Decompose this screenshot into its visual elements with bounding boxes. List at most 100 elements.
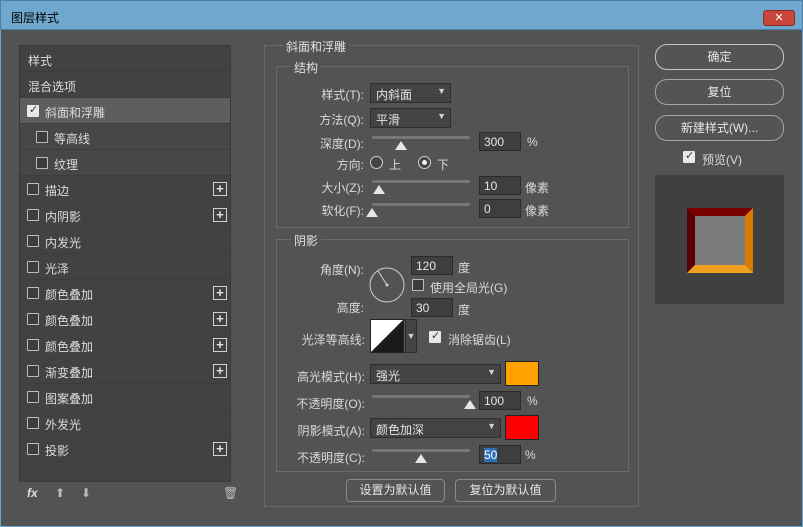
style-item-label: 光泽 — [45, 262, 70, 276]
style-list-item[interactable]: 内阴影 + — [20, 202, 230, 228]
shadow-color-swatch[interactable] — [505, 415, 539, 440]
preview-checkbox[interactable] — [683, 149, 695, 163]
style-list-item[interactable]: 描边 + — [20, 176, 230, 202]
size-field[interactable]: 10 — [479, 176, 521, 195]
size-slider-thumb[interactable] — [372, 185, 385, 194]
direction-up-radio[interactable] — [370, 156, 383, 169]
style-list-item[interactable]: 颜色叠加 + — [20, 280, 230, 306]
shadow-opacity-slider-track[interactable] — [372, 449, 470, 452]
blend-options-item[interactable]: 混合选项 — [20, 72, 230, 98]
depth-slider-track[interactable] — [372, 136, 470, 139]
soften-slider-thumb[interactable] — [366, 208, 378, 217]
highlight-color-swatch[interactable] — [505, 361, 539, 386]
direction-down-radio[interactable] — [418, 156, 431, 169]
style-checkbox[interactable] — [36, 131, 48, 143]
gloss-contour-icon[interactable] — [370, 319, 404, 353]
depth-unit: % — [527, 135, 538, 149]
style-checkbox[interactable] — [27, 365, 39, 377]
depth-field[interactable]: 300 — [479, 132, 521, 151]
style-checkbox[interactable] — [27, 103, 39, 117]
reset-default-button[interactable]: 复位为默认值 — [455, 479, 556, 502]
bevel-style-dropdown[interactable]: 内斜面 ▼ — [370, 83, 451, 103]
style-list-item[interactable]: 图案叠加 — [20, 384, 230, 410]
chevron-down-icon: ▼ — [487, 421, 496, 431]
highlight-opacity-field[interactable]: 100 — [479, 391, 521, 410]
add-effect-icon[interactable]: + — [213, 338, 227, 352]
soften-field[interactable]: 0 — [479, 199, 521, 218]
style-checkbox[interactable] — [27, 183, 39, 195]
style-list-item[interactable]: 内发光 — [20, 228, 230, 254]
style-checkbox[interactable] — [27, 287, 39, 299]
style-item-label: 描边 — [45, 184, 70, 198]
close-icon: ✕ — [774, 12, 784, 24]
arrow-up-icon[interactable]: ⬆ — [55, 486, 65, 500]
style-checkbox[interactable] — [27, 391, 39, 403]
style-checkbox[interactable] — [36, 157, 48, 169]
highlight-opacity-slider-thumb[interactable] — [464, 400, 476, 409]
shadow-mode-label: 阴影模式(A): — [297, 424, 365, 438]
window-title: 图层样式 — [11, 11, 60, 25]
style-checkbox[interactable] — [27, 235, 39, 247]
highlight-opacity-slider-track[interactable] — [372, 395, 470, 398]
technique-dropdown[interactable]: 平滑 ▼ — [370, 108, 451, 128]
style-list-item[interactable]: 斜面和浮雕 — [20, 98, 230, 124]
add-effect-icon[interactable]: + — [213, 364, 227, 378]
style-item-label: 内阴影 — [45, 210, 82, 224]
style-item-label: 内发光 — [45, 236, 82, 250]
style-list-item[interactable]: 外发光 — [20, 410, 230, 436]
antialias-checkbox[interactable] — [429, 329, 441, 343]
arrow-down-icon[interactable]: ⬇ — [81, 486, 91, 500]
altitude-field[interactable]: 30 — [411, 298, 453, 317]
new-style-button[interactable]: 新建样式(W)... — [655, 115, 784, 141]
style-checkbox[interactable] — [27, 209, 39, 221]
shading-title: 阴影 — [291, 232, 322, 249]
reset-button[interactable]: 复位 — [655, 79, 784, 105]
add-effect-icon[interactable]: + — [213, 442, 227, 456]
style-list-header[interactable]: 样式 — [20, 46, 230, 72]
global-light-checkbox[interactable] — [412, 279, 424, 291]
shadow-opacity-field[interactable]: 50 — [479, 445, 521, 464]
add-effect-icon[interactable]: + — [213, 182, 227, 196]
style-checkbox[interactable] — [27, 313, 39, 325]
style-item-label: 颜色叠加 — [45, 288, 94, 302]
technique-label: 方法(Q): — [319, 113, 364, 127]
size-slider-track[interactable] — [372, 180, 470, 183]
trash-icon[interactable]: 🗑 — [223, 486, 238, 500]
structure-title: 结构 — [291, 59, 322, 76]
style-list-item[interactable]: 颜色叠加 + — [20, 306, 230, 332]
style-list-item[interactable]: 渐变叠加 + — [20, 358, 230, 384]
depth-label: 深度(D): — [320, 137, 364, 151]
direction-label: 方向: — [336, 158, 364, 172]
style-list-item[interactable]: 颜色叠加 + — [20, 332, 230, 358]
angle-field[interactable]: 120 — [411, 256, 453, 275]
add-effect-icon[interactable]: + — [213, 286, 227, 300]
direction-down-label: 下 — [437, 158, 450, 172]
close-button[interactable]: ✕ — [763, 10, 795, 26]
fx-icon[interactable]: fx — [27, 486, 38, 500]
style-list-item[interactable]: 等高线 — [20, 124, 230, 150]
soften-label: 软化(F): — [321, 204, 364, 218]
style-checkbox[interactable] — [27, 261, 39, 273]
angle-dial-icon[interactable] — [368, 266, 406, 304]
style-checkbox[interactable] — [27, 443, 39, 455]
chevron-down-icon: ▼ — [437, 86, 446, 96]
add-effect-icon[interactable]: + — [213, 208, 227, 222]
soften-slider-track[interactable] — [372, 203, 470, 206]
shadow-mode-dropdown[interactable]: 颜色加深 ▼ — [370, 418, 501, 438]
ok-button[interactable]: 确定 — [655, 44, 784, 70]
shadow-opacity-slider-thumb[interactable] — [415, 454, 427, 463]
style-item-label: 颜色叠加 — [45, 340, 94, 354]
gloss-contour-dropdown[interactable]: ▼ — [405, 319, 417, 353]
add-effect-icon[interactable]: + — [213, 312, 227, 326]
altitude-unit: 度 — [458, 303, 471, 317]
style-checkbox[interactable] — [27, 339, 39, 351]
preview-thumbnail — [687, 208, 753, 273]
depth-slider-thumb[interactable] — [395, 141, 408, 150]
style-list-item[interactable]: 投影 + — [20, 436, 230, 462]
style-list-item[interactable]: 纹理 — [20, 150, 230, 176]
style-list-item[interactable]: 光泽 — [20, 254, 230, 280]
style-checkbox[interactable] — [27, 417, 39, 429]
highlight-opacity-label: 不透明度(O): — [296, 397, 365, 411]
make-default-button[interactable]: 设置为默认值 — [346, 479, 445, 502]
highlight-mode-dropdown[interactable]: 强光 ▼ — [370, 364, 501, 384]
